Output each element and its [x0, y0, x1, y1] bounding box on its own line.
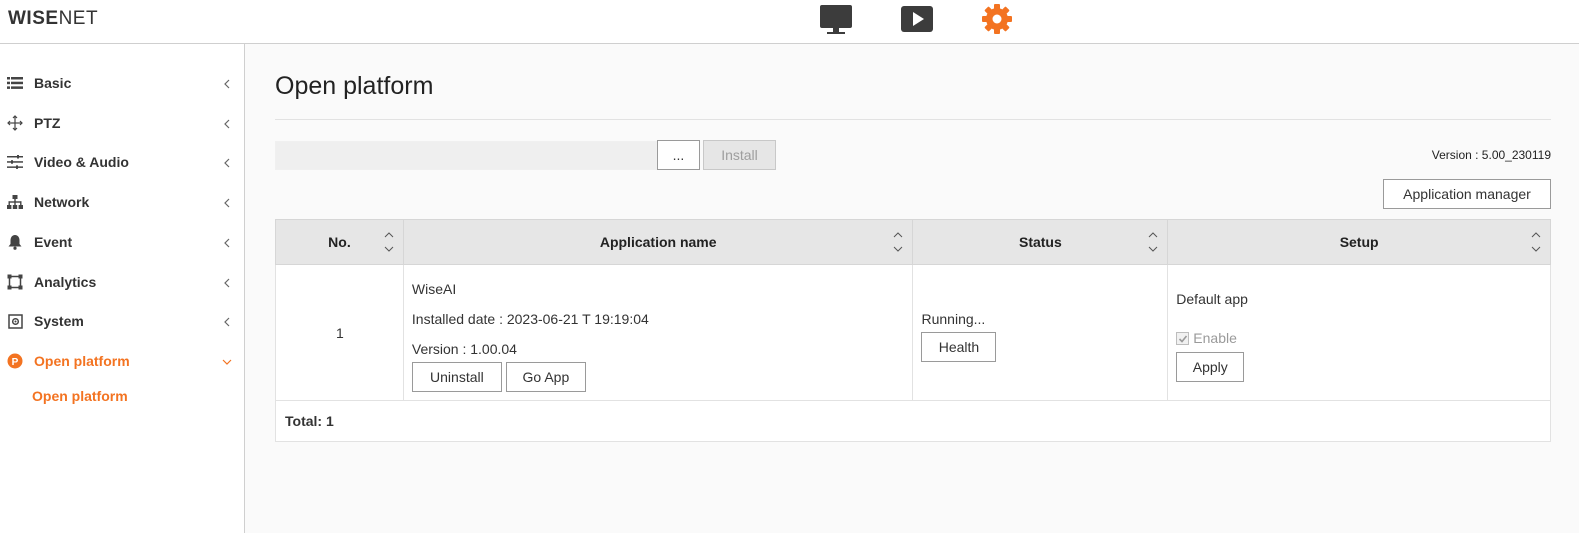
file-path-input[interactable]	[275, 141, 657, 170]
sort-icon[interactable]	[1530, 230, 1542, 254]
install-button[interactable]: Install	[703, 140, 776, 170]
status-text: Running...	[921, 311, 986, 327]
column-header-no[interactable]: No.	[275, 219, 404, 265]
sort-icon[interactable]	[383, 230, 395, 254]
system-icon	[7, 313, 23, 329]
installed-date: Installed date : 2023-06-21 T 19:19:04	[411, 311, 649, 327]
app-version: Version : 1.00.04	[411, 341, 517, 357]
column-header-status[interactable]: Status	[912, 219, 1169, 265]
app-name: WiseAI	[411, 281, 457, 297]
cell-status: Running... Health	[912, 264, 1169, 401]
chevron-left-icon	[222, 156, 232, 168]
table-header-row: No. Application name Status Setup	[275, 219, 1551, 265]
sidebar-item-ptz[interactable]: PTZ	[0, 109, 244, 137]
network-icon	[7, 194, 23, 210]
health-button[interactable]: Health	[921, 332, 997, 362]
sort-icon[interactable]	[1147, 230, 1159, 254]
gear-icon[interactable]	[979, 2, 1015, 36]
sidebar-item-open-platform[interactable]: P Open platform	[0, 347, 244, 375]
sliders-icon	[7, 154, 23, 170]
sidebar-item-event[interactable]: Event	[0, 228, 244, 256]
play-icon[interactable]	[899, 2, 935, 36]
cell-total: Total: 1	[275, 400, 1551, 442]
sidebar-item-label: Video & Audio	[34, 154, 129, 170]
svg-text:P: P	[12, 357, 19, 368]
sidebar-subitem-open-platform[interactable]: Open platform	[32, 388, 128, 404]
cell-setup: Default app Enable Apply	[1167, 264, 1551, 401]
sidebar-item-video-audio[interactable]: Video & Audio	[0, 148, 244, 176]
enable-option: Enable	[1176, 330, 1237, 346]
chevron-left-icon	[222, 117, 232, 129]
sidebar-item-network[interactable]: Network	[0, 188, 244, 216]
sidebar-item-analytics[interactable]: Analytics	[0, 268, 244, 296]
top-bar: WISENET	[0, 0, 1579, 44]
sidebar-item-label: Network	[34, 194, 90, 210]
sidebar: Basic PTZ Video & Audio Network Event An…	[0, 44, 245, 533]
sidebar-item-label: Event	[34, 234, 73, 250]
column-header-application-name[interactable]: Application name	[402, 219, 914, 265]
enable-checkbox[interactable]	[1176, 332, 1190, 345]
cell-application: WiseAI Installed date : 2023-06-21 T 19:…	[402, 264, 914, 401]
column-header-setup[interactable]: Setup	[1167, 219, 1551, 265]
title-divider	[275, 119, 1551, 120]
apply-button[interactable]: Apply	[1176, 352, 1245, 382]
chevron-left-icon	[222, 236, 232, 248]
cell-no: 1	[275, 264, 404, 401]
list-icon	[7, 75, 23, 91]
sort-icon[interactable]	[892, 230, 904, 254]
wisenet-logo: WISENET	[8, 8, 99, 29]
chevron-left-icon	[222, 276, 232, 288]
move-arrows-icon	[7, 115, 23, 131]
chevron-left-icon	[222, 196, 232, 208]
sidebar-item-label: Open platform	[34, 353, 130, 369]
browse-button[interactable]: ...	[657, 140, 700, 170]
version-text: Version : 5.00_230119	[1431, 148, 1551, 162]
table-footer-row: Total: 1	[275, 400, 1551, 442]
bell-icon	[7, 234, 23, 250]
chevron-left-icon	[222, 315, 232, 327]
open-platform-icon: P	[7, 353, 23, 369]
main-content: Open platform ... Install Version : 5.00…	[245, 44, 1579, 533]
sidebar-item-label: Basic	[34, 75, 72, 91]
page-title: Open platform	[275, 72, 434, 100]
analytics-frame-icon	[7, 274, 23, 290]
chevron-left-icon	[222, 77, 232, 89]
default-app-label: Default app	[1176, 291, 1248, 307]
row-number: 1	[336, 325, 344, 341]
sidebar-item-label: Analytics	[34, 274, 97, 290]
sidebar-item-label: PTZ	[34, 115, 61, 131]
application-manager-button[interactable]: Application manager	[1383, 179, 1551, 209]
apps-table: No. Application name Status Setup 1 Wise…	[275, 219, 1551, 442]
go-app-button[interactable]: Go App	[505, 362, 586, 392]
sidebar-item-basic[interactable]: Basic	[0, 69, 244, 97]
monitor-icon[interactable]	[818, 2, 854, 36]
enable-label: Enable	[1193, 330, 1237, 346]
total-count: Total: 1	[285, 413, 334, 429]
uninstall-button[interactable]: Uninstall	[411, 362, 502, 392]
chevron-down-icon	[222, 355, 232, 367]
sidebar-item-label: System	[34, 313, 84, 329]
sidebar-item-system[interactable]: System	[0, 307, 244, 335]
table-row: 1 WiseAI Installed date : 2023-06-21 T 1…	[275, 264, 1551, 401]
